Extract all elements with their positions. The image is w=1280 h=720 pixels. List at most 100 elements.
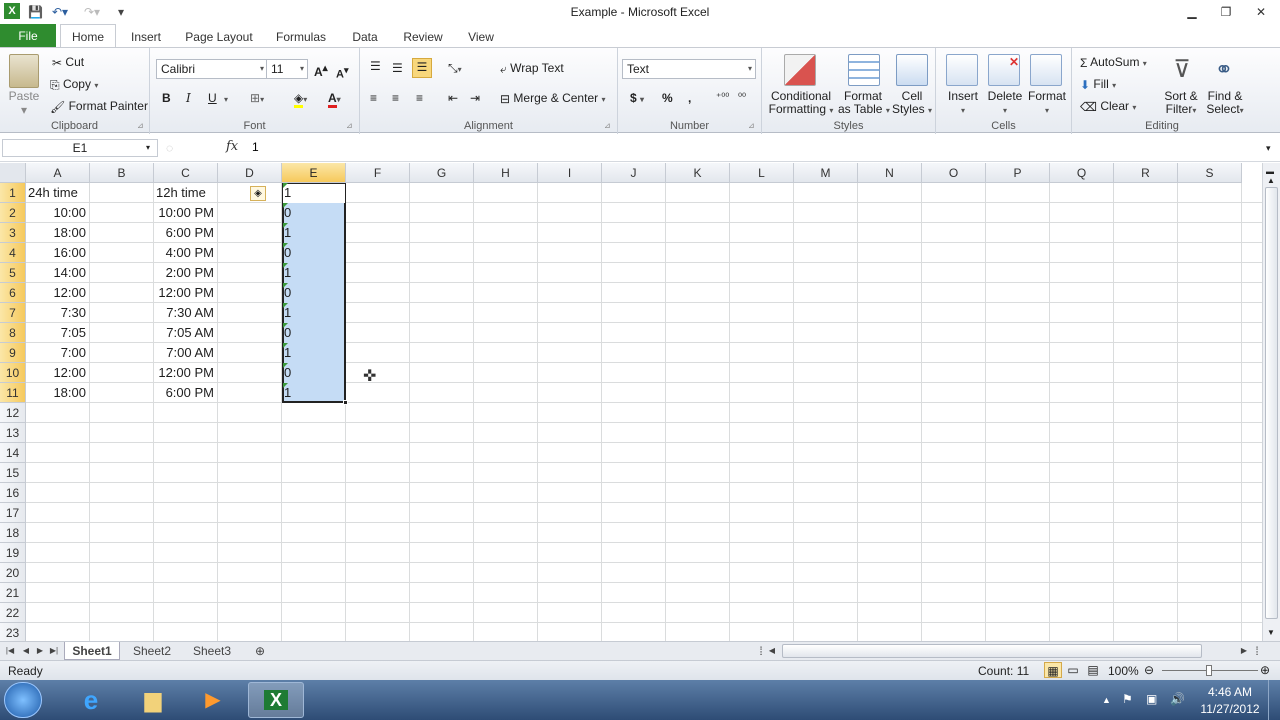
cell-c10[interactable]: 12:00 PM — [156, 363, 214, 383]
cell-a6[interactable]: 12:00 — [28, 283, 86, 303]
font-size-dropdown[interactable]: 11 ▾ — [266, 59, 308, 79]
row-header-4[interactable]: 4 — [0, 243, 26, 263]
zoom-out-icon[interactable]: ⊖ — [1144, 662, 1154, 678]
format-cells-icon[interactable] — [1030, 54, 1062, 86]
sheet-tab-sheet2[interactable]: Sheet2 — [124, 642, 180, 660]
cell-e10[interactable]: 0 — [283, 363, 344, 383]
row-header-17[interactable]: 17 — [0, 503, 26, 523]
row-header-8[interactable]: 8 — [0, 323, 26, 343]
tab-home[interactable]: Home — [60, 24, 116, 48]
sheet-tab-sheet3[interactable]: Sheet3 — [184, 642, 240, 660]
increase-indent-icon[interactable]: ⇥ — [470, 90, 480, 106]
format-cells-button[interactable]: Format ▾ — [1024, 90, 1070, 117]
currency-button[interactable]: $ ▾ — [630, 90, 644, 108]
column-header-f[interactable]: F — [346, 163, 410, 183]
network-icon[interactable]: ▣ — [1146, 691, 1157, 707]
merge-center-button[interactable]: ⊟ Merge & Center ▾ — [500, 90, 605, 108]
cell-c8[interactable]: 7:05 AM — [156, 323, 214, 343]
cell-c4[interactable]: 4:00 PM — [156, 243, 214, 263]
scroll-left-icon[interactable]: ◀ — [766, 642, 778, 660]
italic-button[interactable]: I — [186, 90, 191, 106]
number-format-dropdown[interactable]: Text ▾ — [622, 59, 756, 79]
align-middle-icon[interactable]: ☰ — [392, 60, 403, 76]
paste-dropdown-icon[interactable]: ▾ — [6, 104, 42, 117]
close-button[interactable]: ✕ — [1246, 2, 1276, 22]
error-warning-icon[interactable]: ◈ — [250, 186, 266, 201]
increase-decimal-icon[interactable]: ⁺⁰⁰ — [716, 90, 729, 106]
tab-formulas[interactable]: Formulas — [270, 26, 332, 48]
scroll-right-icon[interactable]: ▶ — [1238, 642, 1250, 660]
column-header-m[interactable]: M — [794, 163, 858, 183]
tab-data[interactable]: Data — [344, 26, 386, 48]
paste-button[interactable]: Paste — [6, 90, 42, 103]
tab-file[interactable]: File — [0, 24, 56, 48]
row-header-7[interactable]: 7 — [0, 303, 26, 323]
paste-icon[interactable] — [9, 54, 39, 88]
row-header-12[interactable]: 12 — [0, 403, 26, 423]
cell-e6[interactable]: 0 — [283, 283, 344, 303]
row-header-11[interactable]: 11 — [0, 383, 26, 403]
cell-c7[interactable]: 7:30 AM — [156, 303, 214, 323]
zoom-in-icon[interactable]: ⊕ — [1260, 662, 1270, 678]
fill-color-icon[interactable]: ◈▾ — [294, 90, 307, 108]
hscroll-end-icon[interactable]: ⁞ — [1252, 642, 1262, 660]
format-painter-button[interactable]: 🖌 Format Painter — [50, 98, 148, 115]
cell-e3[interactable]: 1 — [283, 223, 344, 243]
tab-insert[interactable]: Insert — [124, 26, 168, 48]
bold-button[interactable]: B — [162, 90, 171, 106]
number-launcher-icon[interactable]: ⊿ — [748, 118, 755, 134]
column-header-e[interactable]: E — [282, 163, 346, 183]
row-header-10[interactable]: 10 — [0, 363, 26, 383]
tab-page-layout[interactable]: Page Layout — [180, 26, 258, 48]
page-layout-view-icon[interactable]: ▭ — [1064, 662, 1082, 678]
cell-e11[interactable]: 1 — [283, 383, 344, 403]
cell-e7[interactable]: 1 — [283, 303, 344, 323]
next-sheet-icon[interactable]: ▶ — [34, 642, 46, 660]
align-center-icon[interactable]: ≡ — [392, 90, 399, 106]
cell-c1[interactable]: 12h time — [156, 183, 214, 203]
formula-input[interactable] — [252, 140, 1252, 154]
row-header-5[interactable]: 5 — [0, 263, 26, 283]
row-header-1[interactable]: 1 — [0, 183, 26, 203]
cell-styles-icon[interactable] — [896, 54, 928, 86]
fill-button[interactable]: ⬇ Fill ▾ — [1080, 76, 1116, 94]
cell-e2[interactable]: 0 — [283, 203, 344, 223]
copy-dropdown-icon[interactable]: ▾ — [94, 81, 98, 90]
insert-cells-button[interactable]: Insert ▾ — [940, 90, 986, 117]
clipboard-launcher-icon[interactable]: ⊿ — [137, 118, 144, 134]
wrap-text-button[interactable]: ⤶ Wrap Text — [500, 60, 564, 77]
cell-a4[interactable]: 16:00 — [28, 243, 86, 263]
row-header-3[interactable]: 3 — [0, 223, 26, 243]
clock-date[interactable]: 11/27/2012 — [1198, 701, 1262, 717]
cell-a9[interactable]: 7:00 — [28, 343, 86, 363]
column-header-r[interactable]: R — [1114, 163, 1178, 183]
binoculars-icon[interactable]: ⚭ — [1208, 54, 1240, 86]
row-header-18[interactable]: 18 — [0, 523, 26, 543]
font-color-icon[interactable]: A▾ — [328, 90, 341, 108]
row-header-15[interactable]: 15 — [0, 463, 26, 483]
column-header-l[interactable]: L — [730, 163, 794, 183]
column-header-a[interactable]: A — [26, 163, 90, 183]
page-break-view-icon[interactable]: ▤ — [1084, 662, 1102, 678]
align-bottom-icon[interactable]: ☰ — [412, 58, 432, 78]
scroll-down-icon[interactable]: ▼ — [1267, 625, 1275, 641]
column-header-o[interactable]: O — [922, 163, 986, 183]
cell-e8[interactable]: 0 — [283, 323, 344, 343]
row-header-23[interactable]: 23 — [0, 623, 26, 641]
decrease-decimal-icon[interactable]: ⁰⁰ — [738, 90, 746, 106]
name-box[interactable]: E1 — [2, 139, 158, 157]
sort-filter-button[interactable]: Sort & Filter▾ — [1158, 90, 1204, 117]
column-header-j[interactable]: J — [602, 163, 666, 183]
copy-button[interactable]: ⎘ Copy ▾ — [50, 76, 98, 94]
formula-expand-icon[interactable]: ▾ — [1266, 140, 1271, 156]
row-header-19[interactable]: 19 — [0, 543, 26, 563]
shrink-font-icon[interactable]: A▾ — [336, 62, 349, 83]
cell-e9[interactable]: 1 — [283, 343, 344, 363]
percent-button[interactable]: % — [662, 90, 673, 106]
zoom-slider-thumb[interactable] — [1206, 665, 1212, 676]
conditional-formatting-icon[interactable] — [784, 54, 816, 86]
windows-start-icon[interactable] — [4, 682, 42, 718]
autosum-button[interactable]: Σ AutoSum ▾ — [1080, 54, 1147, 72]
column-header-c[interactable]: C — [154, 163, 218, 183]
conditional-formatting-button[interactable]: Conditional Formatting ▾ — [766, 90, 836, 117]
